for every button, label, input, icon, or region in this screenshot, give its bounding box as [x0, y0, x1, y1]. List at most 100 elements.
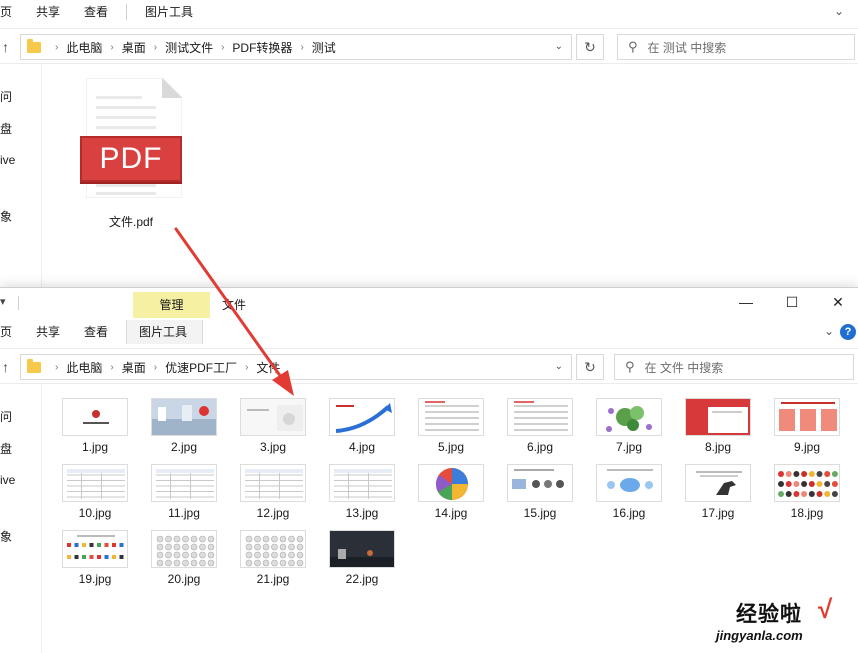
up-arrow-icon[interactable]: ↑: [2, 39, 9, 55]
address-bar[interactable]: › 此电脑 › 桌面 › 测试文件 › PDF转换器 › 测试 ⌄: [20, 34, 572, 60]
file-item[interactable]: 15.jpg: [505, 462, 575, 522]
breadcrumb-test[interactable]: 测试: [312, 39, 336, 56]
breadcrumb-this-pc[interactable]: 此电脑: [66, 359, 102, 376]
breadcrumb-desktop[interactable]: 桌面: [122, 39, 146, 56]
file-item[interactable]: 16.jpg: [594, 462, 664, 522]
breadcrumb-files[interactable]: 文件: [256, 359, 280, 376]
nav-item-drive[interactable]: 盘: [0, 120, 12, 137]
file-name[interactable]: 12.jpg: [228, 506, 318, 520]
file-item[interactable]: 4.jpg: [327, 396, 397, 456]
nav-item-quick-access[interactable]: 问: [0, 88, 12, 105]
file-name[interactable]: 17.jpg: [673, 506, 763, 520]
file-item[interactable]: 7.jpg: [594, 396, 664, 456]
file-name[interactable]: 5.jpg: [406, 440, 496, 454]
tab-share[interactable]: 共享: [24, 320, 72, 344]
file-name[interactable]: 11.jpg: [139, 506, 229, 520]
refresh-button[interactable]: ↻: [576, 34, 604, 60]
maximize-button[interactable]: ☐: [782, 294, 802, 311]
file-name[interactable]: 3.jpg: [228, 440, 318, 454]
quick-access-toolbar-icon[interactable]: ▾: [0, 295, 6, 308]
tab-view[interactable]: 查看: [72, 0, 120, 24]
breadcrumb-pdf-converter[interactable]: PDF转换器: [232, 39, 292, 56]
pdf-file-item[interactable]: PDF 文件.pdf: [72, 72, 190, 242]
file-name[interactable]: 9.jpg: [762, 440, 852, 454]
breadcrumb-desktop[interactable]: 桌面: [122, 359, 146, 376]
close-button[interactable]: ✕: [828, 294, 848, 311]
window-title: 文件: [222, 298, 247, 312]
file-item[interactable]: 21.jpg: [238, 528, 308, 588]
address-dropdown-icon[interactable]: ⌄: [555, 361, 563, 372]
search-input[interactable]: ⚲ 在 文件 中搜索: [614, 354, 854, 380]
tab-picture-tools[interactable]: 图片工具: [133, 0, 205, 24]
address-dropdown-icon[interactable]: ⌄: [555, 41, 563, 52]
file-item[interactable]: 5.jpg: [416, 396, 486, 456]
breadcrumb-test-files[interactable]: 测试文件: [165, 39, 213, 56]
file-name[interactable]: 13.jpg: [317, 506, 407, 520]
file-name[interactable]: 6.jpg: [495, 440, 585, 454]
file-item[interactable]: 13.jpg: [327, 462, 397, 522]
file-item[interactable]: 2.jpg: [149, 396, 219, 456]
breadcrumb-youshu-pdf[interactable]: 优速PDF工厂: [165, 359, 237, 376]
up-arrow-icon[interactable]: ↑: [2, 359, 9, 375]
tab-picture-tools[interactable]: 图片工具: [126, 320, 204, 344]
chevron-right-icon: ›: [110, 361, 114, 373]
image-thumbnail: [240, 464, 306, 502]
image-thumbnail: [418, 398, 484, 436]
file-item[interactable]: 11.jpg: [149, 462, 219, 522]
file-item[interactable]: 1.jpg: [60, 396, 130, 456]
nav-item-onedrive[interactable]: ive: [0, 473, 15, 487]
file-name[interactable]: 10.jpg: [50, 506, 140, 520]
navigation-pane: 问 盘 ive 象: [0, 64, 42, 290]
file-item[interactable]: 10.jpg: [60, 462, 130, 522]
address-row: ↑ › 此电脑 › 桌面 › 优速PDF工厂 › 文件 ⌄ ↻ ⚲ 在 文件 中…: [0, 348, 858, 384]
file-name[interactable]: 18.jpg: [762, 506, 852, 520]
image-thumbnail: [774, 398, 840, 436]
file-name[interactable]: 16.jpg: [584, 506, 674, 520]
file-name[interactable]: 7.jpg: [584, 440, 674, 454]
file-item[interactable]: 20.jpg: [149, 528, 219, 588]
file-item[interactable]: 14.jpg: [416, 462, 486, 522]
nav-item-drive[interactable]: 盘: [0, 440, 12, 457]
address-bar[interactable]: › 此电脑 › 桌面 › 优速PDF工厂 › 文件 ⌄: [20, 354, 572, 380]
refresh-button[interactable]: ↻: [576, 354, 604, 380]
folder-icon: [27, 358, 41, 373]
file-item[interactable]: 9.jpg: [772, 396, 842, 456]
file-name[interactable]: 文件.pdf: [72, 213, 190, 230]
file-name[interactable]: 21.jpg: [228, 572, 318, 586]
file-name[interactable]: 1.jpg: [50, 440, 140, 454]
file-item[interactable]: 19.jpg: [60, 528, 130, 588]
file-item[interactable]: 3.jpg: [238, 396, 308, 456]
file-name[interactable]: 8.jpg: [673, 440, 763, 454]
file-name[interactable]: 4.jpg: [317, 440, 407, 454]
tab-home[interactable]: 页: [0, 0, 24, 24]
file-item[interactable]: 22.jpg: [327, 528, 397, 588]
file-name[interactable]: 15.jpg: [495, 506, 585, 520]
file-item[interactable]: 12.jpg: [238, 462, 308, 522]
file-name[interactable]: 22.jpg: [317, 572, 407, 586]
search-placeholder: 在 文件 中搜索: [644, 360, 724, 375]
tab-share[interactable]: 共享: [24, 0, 72, 24]
ribbon-collapse-chevron-icon[interactable]: ⌄: [824, 324, 834, 338]
file-item[interactable]: 17.jpg: [683, 462, 753, 522]
tab-view[interactable]: 查看: [72, 320, 120, 344]
nav-item-objects[interactable]: 象: [0, 528, 12, 545]
file-item[interactable]: 8.jpg: [683, 396, 753, 456]
ribbon-collapse-chevron-icon[interactable]: ⌄: [834, 4, 844, 18]
tab-home[interactable]: 页: [0, 320, 24, 344]
breadcrumb-this-pc[interactable]: 此电脑: [66, 39, 102, 56]
file-item[interactable]: 18.jpg: [772, 462, 842, 522]
file-name[interactable]: 20.jpg: [139, 572, 229, 586]
minimize-button[interactable]: —: [736, 294, 756, 310]
nav-item-objects[interactable]: 象: [0, 208, 12, 225]
ribbon-tabs: 页 共享 查看 图片工具 ⌄ ?: [0, 320, 858, 344]
nav-item-quick-access[interactable]: 问: [0, 408, 12, 425]
file-item[interactable]: 6.jpg: [505, 396, 575, 456]
tab-manage[interactable]: 管理: [133, 292, 210, 318]
file-name[interactable]: 14.jpg: [406, 506, 496, 520]
help-icon[interactable]: ?: [840, 324, 856, 340]
search-input[interactable]: ⚲ 在 测试 中搜索: [617, 34, 855, 60]
file-name[interactable]: 19.jpg: [50, 572, 140, 586]
nav-item-onedrive[interactable]: ive: [0, 153, 15, 167]
file-name[interactable]: 2.jpg: [139, 440, 229, 454]
image-thumbnail: [62, 398, 128, 436]
